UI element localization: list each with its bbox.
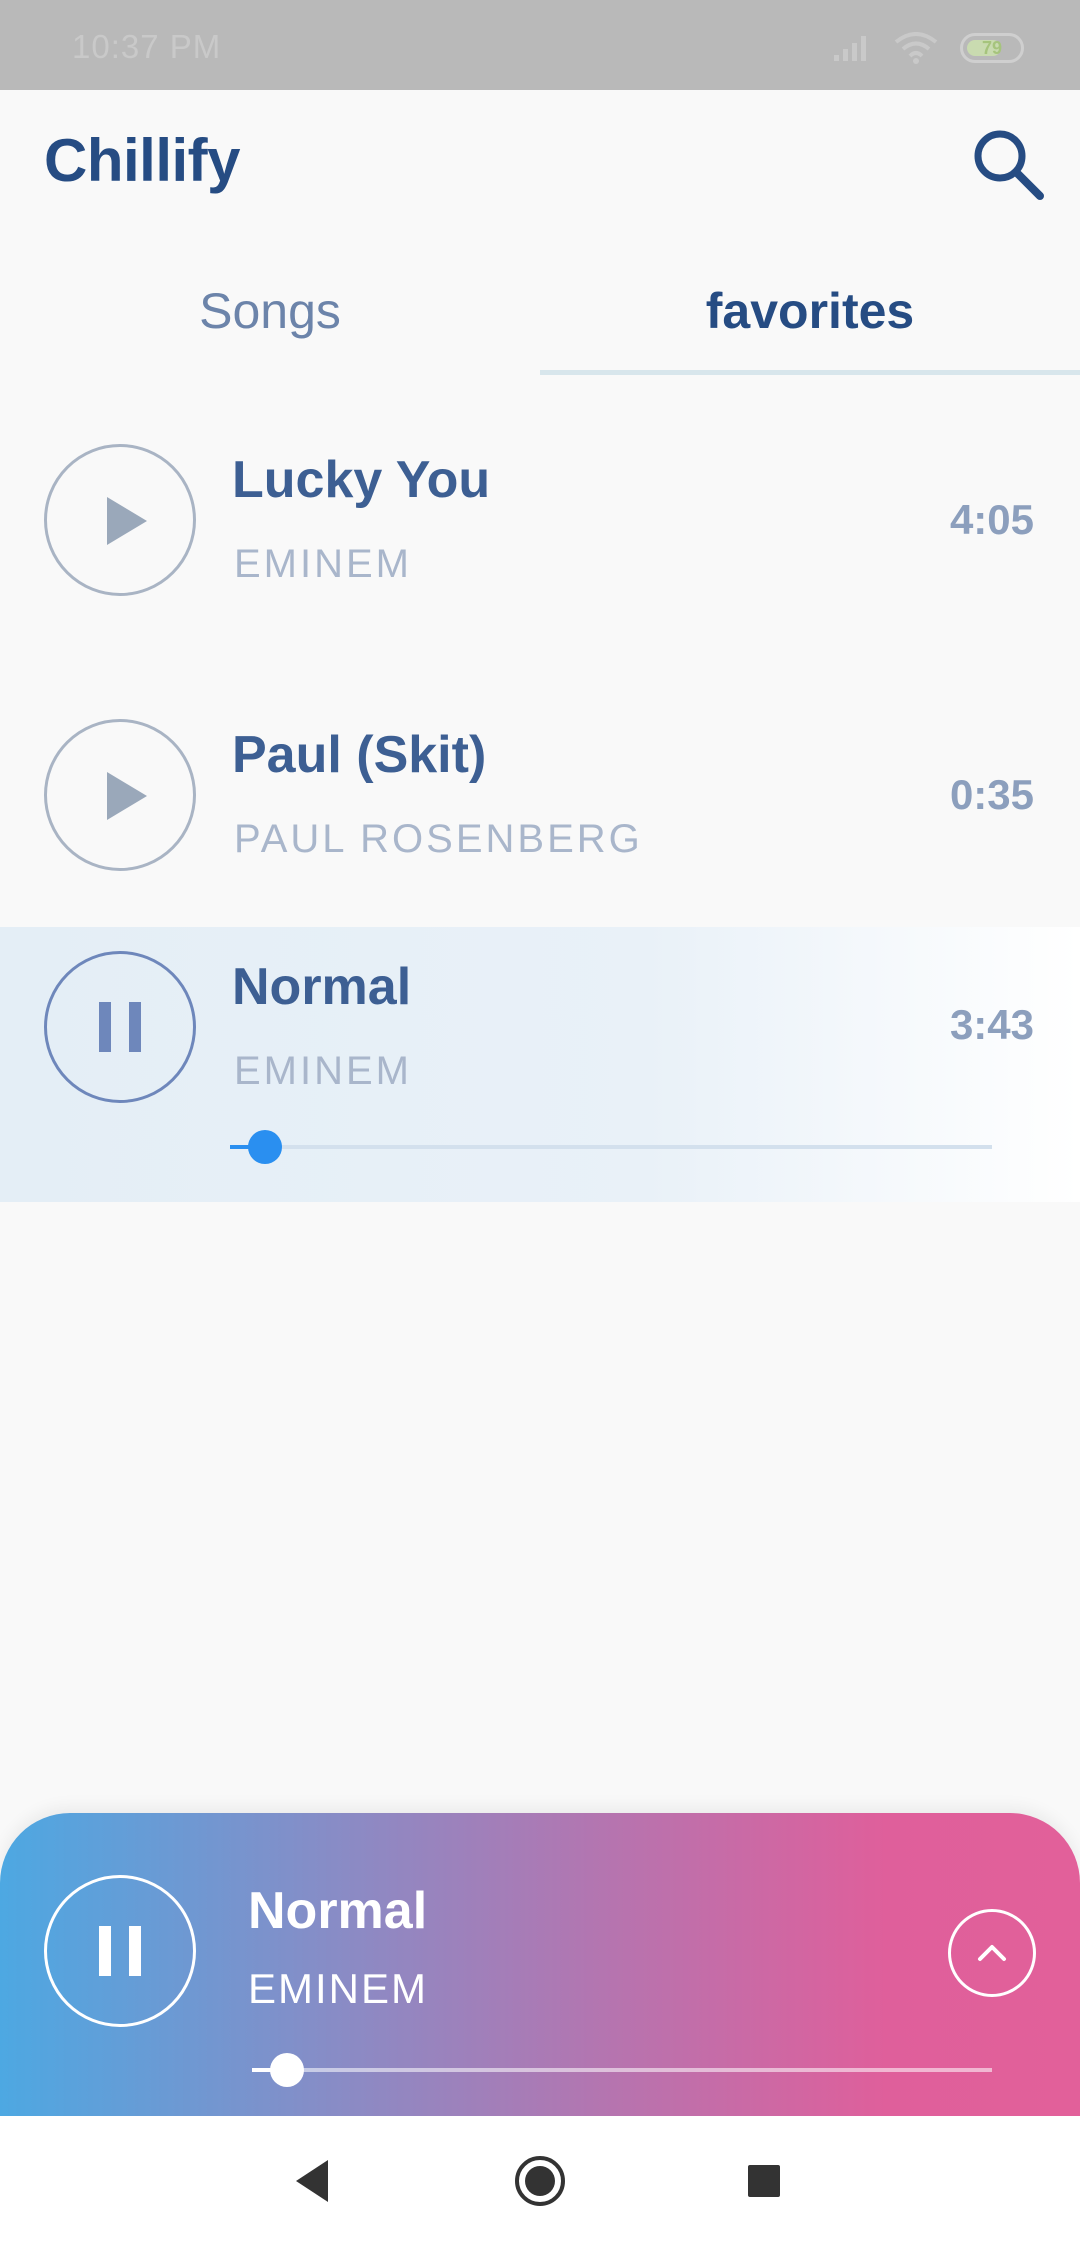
tab-songs[interactable]: Songs bbox=[0, 282, 540, 362]
wifi-icon bbox=[894, 32, 938, 64]
screen: 10:37 PM 79 Chillify Songs favorites Luc… bbox=[0, 0, 1080, 2246]
mini-player[interactable]: Normal EMINEM bbox=[0, 1813, 1080, 2116]
song-duration: 3:43 bbox=[949, 1001, 1034, 1048]
song-title: Lucky You bbox=[232, 451, 491, 509]
song-title: Paul (Skit) bbox=[232, 726, 487, 784]
song-row-active[interactable]: Normal EMINEM 3:43 bbox=[0, 927, 1080, 1202]
status-icons: 79 bbox=[832, 30, 1024, 66]
song-artist: EMINEM bbox=[234, 542, 412, 586]
mini-progress-knob[interactable] bbox=[270, 2053, 304, 2087]
search-icon bbox=[974, 130, 1044, 200]
recents-icon bbox=[748, 2165, 780, 2197]
song-artist: EMINEM bbox=[234, 1049, 412, 1093]
mini-pause-button[interactable] bbox=[44, 1875, 196, 2027]
song-title: Normal bbox=[232, 958, 412, 1016]
battery-level: 79 bbox=[981, 37, 1003, 58]
song-artist: PAUL ROSENBERG bbox=[234, 817, 643, 861]
song-duration: 0:35 bbox=[949, 771, 1034, 818]
mini-progress-track[interactable] bbox=[252, 2068, 992, 2072]
play-icon bbox=[107, 497, 147, 545]
expand-player-button[interactable] bbox=[948, 1909, 1036, 1997]
tab-favorites[interactable]: favorites bbox=[540, 282, 1080, 362]
battery-icon: 79 bbox=[960, 33, 1024, 63]
now-playing-artist: EMINEM bbox=[248, 1965, 428, 2012]
home-button[interactable] bbox=[500, 2146, 580, 2216]
play-button[interactable] bbox=[44, 444, 196, 596]
status-bar: 10:37 PM 79 bbox=[0, 0, 1080, 90]
now-playing-title: Normal bbox=[248, 1882, 428, 1940]
pause-button[interactable] bbox=[44, 951, 196, 1103]
song-row[interactable]: Lucky You EMINEM 4:05 bbox=[0, 392, 1080, 667]
song-duration: 4:05 bbox=[949, 496, 1034, 543]
signal-icon bbox=[834, 36, 866, 61]
navigation-bar bbox=[0, 2116, 1080, 2246]
search-button[interactable] bbox=[968, 124, 1048, 204]
chevron-up-icon bbox=[978, 1945, 1006, 1961]
back-icon bbox=[296, 2160, 328, 2202]
recents-button[interactable] bbox=[724, 2146, 804, 2216]
progress-track[interactable] bbox=[230, 1145, 992, 1149]
play-button[interactable] bbox=[44, 719, 196, 871]
status-time: 10:37 PM bbox=[72, 28, 222, 65]
play-icon bbox=[107, 772, 147, 820]
song-row[interactable]: Paul (Skit) PAUL ROSENBERG 0:35 bbox=[0, 667, 1080, 942]
tab-indicator bbox=[540, 370, 1080, 375]
app-title: Chillify bbox=[44, 127, 241, 194]
home-icon bbox=[515, 2156, 565, 2206]
back-button[interactable] bbox=[276, 2146, 356, 2216]
progress-knob[interactable] bbox=[248, 1130, 282, 1164]
